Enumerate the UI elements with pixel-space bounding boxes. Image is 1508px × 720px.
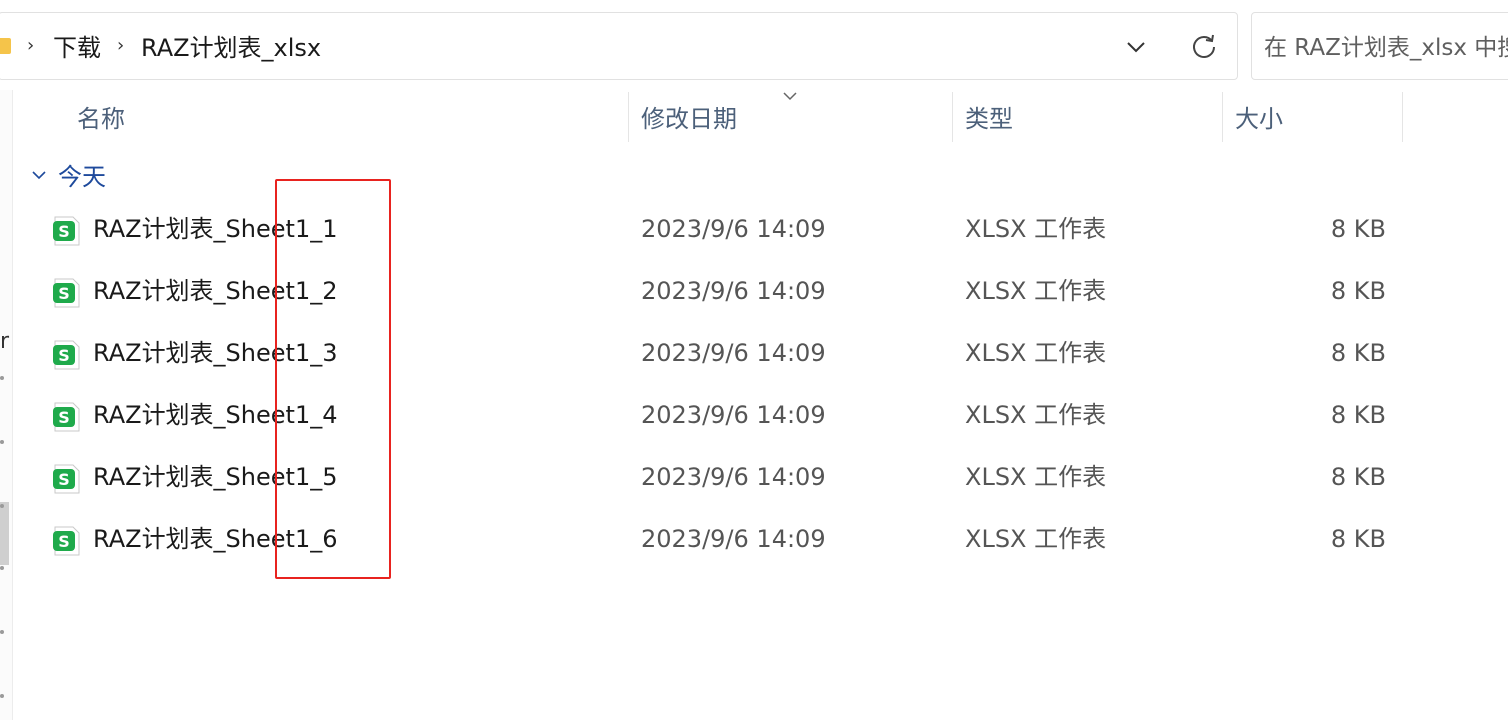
file-type: XLSX 工作表 bbox=[965, 339, 1107, 367]
refresh-icon[interactable] bbox=[1189, 31, 1219, 61]
nav-partial-label: r bbox=[0, 329, 10, 354]
column-header-type[interactable]: 类型 bbox=[965, 104, 1013, 134]
svg-text:S: S bbox=[58, 284, 70, 303]
column-header-name[interactable]: 名称 bbox=[77, 104, 125, 134]
file-size: 8 KB bbox=[1330, 215, 1386, 243]
file-size: 8 KB bbox=[1330, 277, 1386, 305]
spreadsheet-file-icon: S bbox=[53, 526, 80, 556]
file-size: 8 KB bbox=[1330, 401, 1386, 429]
file-modified-date: 2023/9/6 14:09 bbox=[641, 277, 826, 305]
file-size: 8 KB bbox=[1330, 463, 1386, 491]
file-row[interactable]: S RAZ计划表_Sheet1_5 2023/9/6 14:09 XLSX 工作… bbox=[20, 448, 1410, 508]
file-size: 8 KB bbox=[1330, 525, 1386, 553]
file-modified-date: 2023/9/6 14:09 bbox=[641, 525, 826, 553]
breadcrumb-separator-icon[interactable]: › bbox=[27, 36, 34, 56]
column-header-date[interactable]: 修改日期 bbox=[641, 104, 737, 134]
svg-text:S: S bbox=[58, 222, 70, 241]
file-name[interactable]: RAZ计划表_Sheet1_4 bbox=[93, 400, 338, 430]
file-modified-date: 2023/9/6 14:09 bbox=[641, 401, 826, 429]
column-header-size[interactable]: 大小 bbox=[1235, 104, 1283, 134]
column-divider[interactable] bbox=[952, 92, 953, 142]
file-row[interactable]: S RAZ计划表_Sheet1_4 2023/9/6 14:09 XLSX 工作… bbox=[20, 386, 1410, 446]
file-name[interactable]: RAZ计划表_Sheet1_2 bbox=[93, 276, 338, 306]
search-placeholder: 在 RAZ计划表_xlsx 中搜 bbox=[1264, 35, 1508, 61]
navigation-pane[interactable]: r bbox=[0, 90, 13, 720]
file-name[interactable]: RAZ计划表_Sheet1_3 bbox=[93, 338, 338, 368]
spreadsheet-file-icon: S bbox=[53, 464, 80, 494]
file-row[interactable]: S RAZ计划表_Sheet1_2 2023/9/6 14:09 XLSX 工作… bbox=[20, 262, 1410, 322]
file-type: XLSX 工作表 bbox=[965, 277, 1107, 305]
nav-expand-icon[interactable] bbox=[0, 440, 4, 444]
spreadsheet-file-icon: S bbox=[53, 278, 80, 308]
file-type: XLSX 工作表 bbox=[965, 215, 1107, 243]
chevron-down-icon[interactable] bbox=[1124, 35, 1148, 59]
file-row[interactable]: S RAZ计划表_Sheet1_1 2023/9/6 14:09 XLSX 工作… bbox=[20, 200, 1410, 260]
nav-expand-icon[interactable] bbox=[0, 376, 4, 380]
file-modified-date: 2023/9/6 14:09 bbox=[641, 339, 826, 367]
file-type: XLSX 工作表 bbox=[965, 463, 1107, 491]
svg-text:S: S bbox=[58, 346, 70, 365]
file-name[interactable]: RAZ计划表_Sheet1_6 bbox=[93, 524, 338, 554]
spreadsheet-file-icon: S bbox=[53, 340, 80, 370]
breadcrumb-item-downloads[interactable]: 下载 bbox=[53, 34, 101, 62]
group-collapse-chevron-icon[interactable] bbox=[30, 168, 48, 182]
search-input[interactable]: 在 RAZ计划表_xlsx 中搜 bbox=[1251, 12, 1508, 80]
group-header-today[interactable]: 今天 bbox=[58, 162, 106, 192]
nav-expand-icon[interactable] bbox=[0, 694, 4, 698]
column-divider[interactable] bbox=[628, 92, 629, 142]
file-name[interactable]: RAZ计划表_Sheet1_5 bbox=[93, 462, 338, 492]
spreadsheet-file-icon: S bbox=[53, 216, 80, 246]
file-type: XLSX 工作表 bbox=[965, 401, 1107, 429]
sort-chevron-down-icon bbox=[783, 92, 797, 101]
svg-text:S: S bbox=[58, 408, 70, 427]
file-modified-date: 2023/9/6 14:09 bbox=[641, 215, 826, 243]
breadcrumb-separator-icon[interactable]: › bbox=[117, 36, 124, 56]
file-row[interactable]: S RAZ计划表_Sheet1_3 2023/9/6 14:09 XLSX 工作… bbox=[20, 324, 1410, 384]
file-modified-date: 2023/9/6 14:09 bbox=[641, 463, 826, 491]
column-divider[interactable] bbox=[1222, 92, 1223, 142]
nav-selected-indicator[interactable] bbox=[0, 502, 9, 565]
file-type: XLSX 工作表 bbox=[965, 525, 1107, 553]
nav-expand-icon[interactable] bbox=[0, 504, 4, 508]
file-size: 8 KB bbox=[1330, 339, 1386, 367]
file-row[interactable]: S RAZ计划表_Sheet1_6 2023/9/6 14:09 XLSX 工作… bbox=[20, 510, 1410, 570]
address-bar[interactable]: › 下载 › RAZ计划表_xlsx bbox=[0, 12, 1238, 80]
file-name[interactable]: RAZ计划表_Sheet1_1 bbox=[93, 214, 338, 244]
nav-expand-icon[interactable] bbox=[0, 630, 4, 634]
folder-icon bbox=[0, 38, 11, 54]
spreadsheet-file-icon: S bbox=[53, 402, 80, 432]
column-divider[interactable] bbox=[1402, 92, 1403, 142]
svg-text:S: S bbox=[58, 532, 70, 551]
breadcrumb-item-current-folder[interactable]: RAZ计划表_xlsx bbox=[141, 34, 321, 62]
svg-text:S: S bbox=[58, 470, 70, 489]
nav-expand-icon[interactable] bbox=[0, 566, 4, 570]
